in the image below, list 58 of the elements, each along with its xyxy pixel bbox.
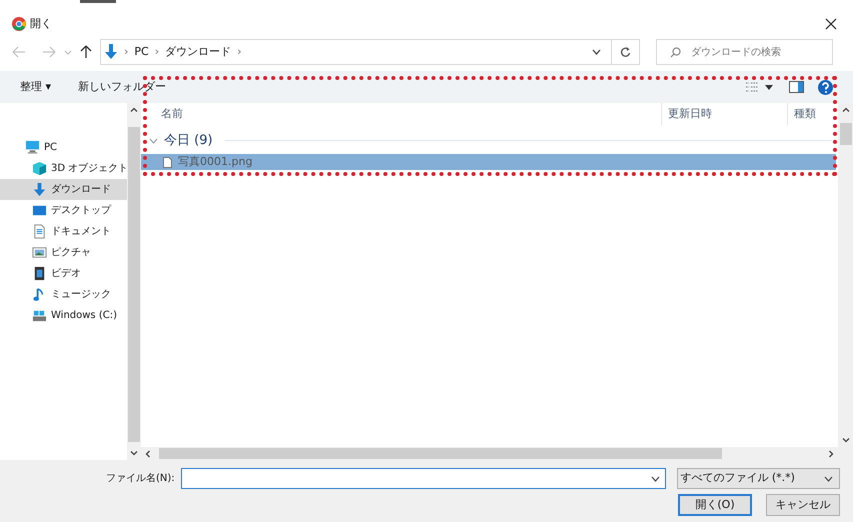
cube-icon (32, 161, 47, 176)
new-folder-button[interactable]: 新しいフォルダー (78, 78, 166, 96)
sidebar-item[interactable]: ビデオ (0, 263, 127, 284)
desktop-icon (32, 203, 47, 218)
scroll-thumb[interactable] (840, 123, 852, 145)
help-button[interactable] (818, 80, 833, 94)
download-arrow-icon (32, 182, 47, 197)
sidebar-item[interactable]: デスクトップ (0, 200, 127, 221)
breadcrumb-separator[interactable]: › (124, 44, 128, 60)
sidebar-item[interactable]: ピクチャ (0, 242, 127, 263)
search-icon (670, 47, 681, 58)
scroll-thumb[interactable] (159, 448, 722, 459)
sidebar-item[interactable]: 3D オブジェクト (0, 158, 127, 179)
view-options-button[interactable] (745, 82, 773, 92)
window-title: 開く (30, 16, 52, 32)
file-name-label: ファイル名(N): (106, 472, 176, 486)
breadcrumb-separator[interactable]: › (237, 44, 242, 60)
sidebar-item[interactable]: ダウンロード (0, 179, 127, 200)
column-header[interactable]: 名前 (141, 103, 661, 125)
file-type-dropdown[interactable]: すべてのファイル (*.*) (677, 468, 840, 489)
refresh-icon (620, 46, 631, 58)
help-icon (818, 80, 833, 94)
file-name-field[interactable] (181, 468, 666, 489)
pane-icon (789, 81, 804, 93)
breadcrumb[interactable]: ダウンロード (165, 44, 232, 60)
browser-logo-icon (12, 17, 26, 31)
monitor-icon (25, 140, 40, 155)
file-icon (163, 156, 172, 168)
sidebar-item[interactable]: ドキュメント (0, 221, 127, 242)
breadcrumb-separator[interactable]: › (154, 44, 160, 60)
sidebar-item[interactable]: ミュージック (0, 284, 127, 305)
caret-icon (765, 84, 773, 90)
download-arrow-icon (104, 44, 118, 60)
dropdown-caret-icon (592, 49, 601, 55)
list-view-icon (745, 82, 759, 92)
organize-menu[interactable]: 整理 ▾ (20, 78, 52, 96)
horizontal-scrollbar[interactable] (141, 447, 853, 460)
sidebar-item[interactable]: PC (0, 137, 127, 158)
group-header[interactable]: 今日 (9) (164, 130, 213, 150)
cancel-button[interactable]: キャンセル (766, 494, 840, 516)
search-field[interactable]: ダウンロードの検索 (656, 39, 833, 65)
column-header[interactable]: 更新日時 (661, 103, 787, 125)
breadcrumb[interactable]: PC (134, 44, 149, 60)
drive-icon (32, 308, 47, 323)
picture-icon (32, 245, 47, 260)
expand-toggle-icon[interactable] (149, 136, 158, 145)
vertical-scrollbar[interactable] (127, 103, 141, 460)
dropdown-caret-icon (651, 476, 660, 482)
close-icon (825, 18, 837, 30)
vertical-scrollbar[interactable] (838, 103, 853, 447)
open-button[interactable]: 開く(O) (678, 494, 752, 516)
sidebar-item[interactable]: Windows (C:) (0, 305, 127, 326)
scroll-thumb[interactable] (128, 127, 140, 442)
address-bar[interactable]: › PC › ダウンロード › (100, 39, 640, 65)
dropdown-caret-icon (824, 476, 833, 482)
document-icon (32, 224, 47, 239)
preview-pane-button[interactable] (789, 81, 804, 93)
up-button[interactable] (80, 45, 94, 59)
